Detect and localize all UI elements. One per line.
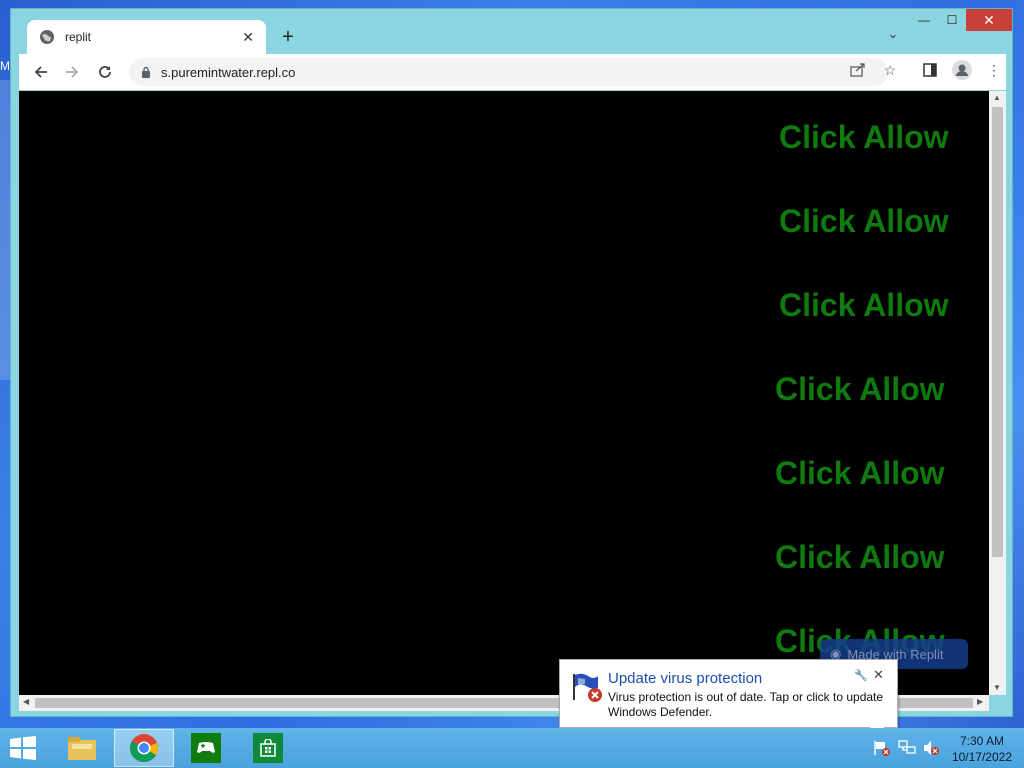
folder-icon	[68, 737, 96, 760]
notification-title: Update virus protection	[608, 670, 763, 687]
browser-window: — ☐ ✕ replit ✕ + ⌄ s.puremintwater.repl.…	[10, 8, 1013, 717]
click-allow-text: Click Allow	[779, 287, 949, 323]
back-arrow-icon[interactable]	[29, 60, 53, 84]
action-center-flag-tray-icon[interactable]	[873, 740, 891, 756]
notification-close-icon[interactable]: ✕	[873, 667, 884, 683]
taskbar-file-explorer[interactable]	[52, 729, 112, 767]
xbox-games-icon	[191, 733, 221, 763]
system-clock[interactable]: 7:30 AM 10/17/2022	[952, 733, 1012, 765]
scroll-down-arrow-icon[interactable]: ▼	[993, 683, 1001, 692]
scroll-left-arrow-icon[interactable]: ◀	[23, 697, 29, 706]
click-allow-text: Click Allow	[775, 371, 945, 407]
tab-close-icon[interactable]: ✕	[242, 29, 254, 46]
taskbar-chrome[interactable]	[114, 729, 174, 767]
maximize-button[interactable]: ☐	[938, 9, 966, 31]
tab-title: replit	[65, 30, 92, 44]
side-panel-icon[interactable]	[920, 60, 940, 80]
browser-toolbar: s.puremintwater.repl.co ☆ ⋮	[19, 54, 1006, 90]
click-allow-text: Click Allow	[775, 455, 945, 491]
click-allow-text: Click Allow	[775, 539, 945, 575]
tab-search-button[interactable]: ⌄	[888, 27, 898, 41]
notification-message: Virus protection is out of date. Tap or …	[608, 690, 884, 719]
minimize-button[interactable]: —	[910, 9, 938, 31]
action-center-flag-icon	[573, 673, 602, 702]
click-allow-text: Click Allow	[779, 203, 949, 239]
bookmark-star-icon[interactable]: ☆	[880, 60, 900, 80]
store-icon	[253, 733, 283, 763]
volume-muted-icon[interactable]	[922, 740, 940, 756]
globe-icon	[40, 30, 54, 44]
tab-replit[interactable]: replit ✕	[27, 20, 266, 54]
menu-kebab-icon[interactable]: ⋮	[984, 60, 1004, 80]
wrench-icon[interactable]: 🔧	[854, 669, 868, 682]
network-icon[interactable]	[898, 740, 916, 756]
reload-icon[interactable]	[93, 60, 117, 84]
chrome-icon	[130, 734, 158, 763]
vertical-scroll-thumb[interactable]	[992, 107, 1003, 557]
profile-avatar-icon[interactable]	[952, 60, 972, 80]
lock-icon	[142, 66, 150, 78]
virus-protection-notification[interactable]: Update virus protection Virus protection…	[559, 659, 898, 728]
url-text: s.puremintwater.repl.co	[161, 64, 296, 80]
scroll-right-arrow-icon[interactable]: ▶	[977, 697, 983, 706]
page-viewport[interactable]: Click Allow Click Allow Click Allow Clic…	[19, 91, 989, 695]
windows-start-icon[interactable]	[8, 736, 38, 760]
new-tab-button[interactable]: +	[276, 25, 300, 49]
taskbar: 7:30 AM 10/17/2022	[0, 728, 1024, 768]
clock-date: 10/17/2022	[951, 750, 1012, 764]
window-controls: — ☐ ✕	[910, 9, 1012, 31]
taskbar-store[interactable]	[238, 729, 298, 767]
vertical-scrollbar[interactable]: ▲ ▼	[989, 91, 1006, 695]
clock-time: 7:30 AM	[959, 734, 1004, 748]
taskbar-games[interactable]	[176, 729, 236, 767]
desktop-icon-label: M	[0, 59, 10, 73]
forward-arrow-icon[interactable]	[60, 60, 84, 84]
click-allow-text: Click Allow	[779, 119, 949, 155]
scroll-up-arrow-icon[interactable]: ▲	[993, 93, 1001, 102]
share-icon[interactable]	[848, 60, 868, 80]
close-window-button[interactable]: ✕	[966, 9, 1012, 31]
address-bar[interactable]: s.puremintwater.repl.co	[129, 58, 889, 86]
